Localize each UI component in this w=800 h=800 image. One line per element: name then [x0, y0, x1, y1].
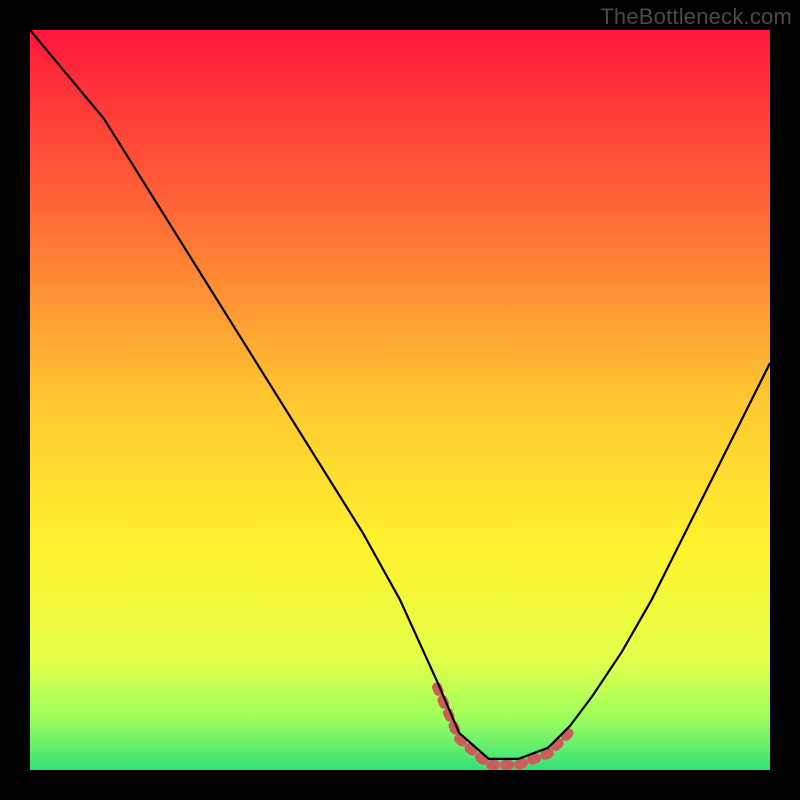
watermark-label: TheBottleneck.com: [600, 4, 792, 30]
chart-frame: TheBottleneck.com: [0, 0, 800, 800]
chart-svg: [30, 30, 770, 770]
plot-area: [30, 30, 770, 770]
gradient-background: [30, 30, 770, 770]
